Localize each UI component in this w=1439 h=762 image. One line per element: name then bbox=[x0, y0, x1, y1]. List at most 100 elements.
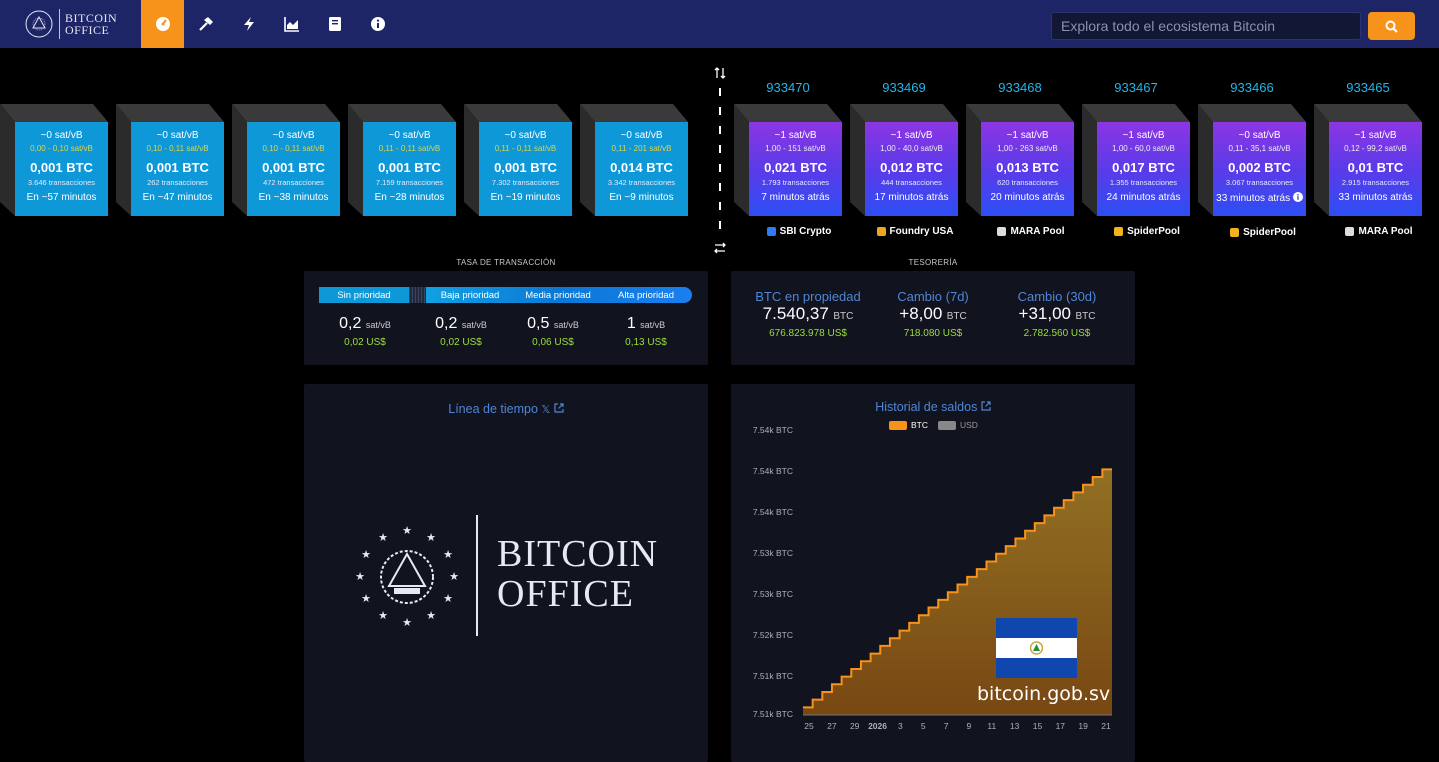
chart-icon bbox=[283, 17, 299, 32]
treasury-section-title: TESORERÍA bbox=[908, 258, 958, 267]
treasury-unit: BTC bbox=[833, 311, 854, 322]
x-tick-label: 15 bbox=[1032, 721, 1043, 731]
pool-name: SpiderPool bbox=[1243, 227, 1296, 238]
mining-pool-link[interactable]: Foundry USA bbox=[861, 226, 969, 237]
timeline-logo-line2: OFFICE bbox=[497, 573, 634, 615]
timeline-title-link[interactable]: Línea de tiempo 𝕏 bbox=[304, 402, 708, 416]
block-height-link[interactable]: 933468 bbox=[966, 80, 1074, 95]
fee-usd: 0,13 US$ bbox=[625, 337, 667, 348]
fee-value: 0,5 bbox=[527, 315, 550, 332]
block-fee-range: 1,00 - 151 sat/vB bbox=[765, 144, 826, 153]
x-tick-label: 19 bbox=[1078, 721, 1088, 731]
block-height-link[interactable]: 933469 bbox=[850, 80, 958, 95]
x-tick-label: 11 bbox=[987, 721, 997, 731]
treasury-usd: 2.782.560 US$ bbox=[1023, 328, 1091, 339]
block-total: 0,001 BTC bbox=[262, 160, 325, 175]
treasury-value: 7.540,37 bbox=[762, 304, 829, 323]
block-height-link[interactable]: 933465 bbox=[1314, 80, 1422, 95]
block-total: 0,002 BTC bbox=[1228, 160, 1291, 175]
block-fee-range: 0,11 - 0,11 sat/vB bbox=[494, 144, 557, 153]
block-tx-count: 1.355 transacciones bbox=[1109, 178, 1178, 187]
fee-low: 0,2 sat/vB 0,02 US$ bbox=[416, 315, 506, 348]
block-age: 33 minutos atrás bbox=[1329, 192, 1422, 203]
block-fee: ~1 sat/vB bbox=[1354, 130, 1397, 141]
x-tick-label: 9 bbox=[966, 721, 972, 731]
nav-lightning-button[interactable] bbox=[227, 0, 270, 48]
swap-horizontal-icon[interactable] bbox=[714, 241, 726, 255]
fee-tab-medium: Media prioridad bbox=[525, 289, 591, 301]
block-tx-count: 7.159 transacciones bbox=[375, 178, 444, 187]
block-fee: ~0 sat/vB bbox=[156, 130, 199, 141]
nav-graphs-button[interactable] bbox=[270, 0, 313, 48]
block-fee-range: 0,11 - 201 sat/vB bbox=[611, 144, 672, 153]
block-face: ~0 sat/vB 0,11 - 0,11 sat/vB 0,001 BTC 7.30… bbox=[479, 122, 572, 216]
fee-tab-gap bbox=[409, 287, 426, 303]
search-input[interactable]: Explora todo el ecosistema Bitcoin bbox=[1051, 12, 1361, 40]
block-height-link[interactable]: 933466 bbox=[1198, 80, 1306, 95]
mempool-block[interactable]: ~0 sat/vB 0,00 - 0,10 sat/vB 0,001 BTC 3.64… bbox=[0, 104, 108, 216]
mined-block[interactable]: ~1 sat/vB 1,00 - 40,0 sat/vB 0,012 BTC 444 … bbox=[850, 104, 958, 216]
block-age-text: 33 minutos atrás bbox=[1216, 193, 1291, 204]
mining-pool-link[interactable]: SpiderPool bbox=[1209, 227, 1317, 238]
pool-name: Foundry USA bbox=[889, 226, 954, 237]
treasury-value: +8,00 bbox=[899, 304, 943, 323]
book-icon bbox=[328, 17, 341, 31]
block-height-link[interactable]: 933467 bbox=[1082, 80, 1190, 95]
block-fee: ~0 sat/vB bbox=[620, 130, 663, 141]
nav-about-button[interactable] bbox=[356, 0, 399, 48]
block-face: ~0 sat/vB 0,10 - 0,11 sat/vB 0,001 BTC 472 … bbox=[247, 122, 340, 216]
search-button[interactable] bbox=[1368, 12, 1415, 40]
block-tx-count: 444 transacciones bbox=[881, 178, 942, 187]
x-tick-label: 3 bbox=[898, 721, 903, 731]
info-icon bbox=[370, 17, 385, 31]
info-icon[interactable] bbox=[1292, 192, 1303, 202]
block-fee-range: 0,12 - 99,2 sat/vB bbox=[1344, 144, 1407, 153]
block-height-link[interactable]: 933470 bbox=[734, 80, 842, 95]
block-face: ~1 sat/vB 1,00 - 263 sat/vB 0,013 BTC 620 t… bbox=[981, 122, 1074, 216]
mempool-block[interactable]: ~0 sat/vB 0,10 - 0,11 sat/vB 0,001 BTC 262 … bbox=[116, 104, 224, 216]
x-tick-label: 2026 bbox=[868, 721, 887, 731]
pool-name: MARA Pool bbox=[1358, 226, 1413, 237]
mempool-block[interactable]: ~0 sat/vB 0,11 - 201 sat/vB 0,014 BTC 3.342… bbox=[580, 104, 688, 216]
block-face: ~0 sat/vB 0,11 - 35,1 sat/vB 0,002 BTC 3.06… bbox=[1213, 122, 1306, 216]
nav-docs-button[interactable] bbox=[313, 0, 356, 48]
mined-block[interactable]: ~1 sat/vB 1,00 - 60,0 sat/vB 0,017 BTC 1.35… bbox=[1082, 104, 1190, 216]
pool-name: MARA Pool bbox=[1010, 226, 1065, 237]
mined-block[interactable]: ~1 sat/vB 1,00 - 151 sat/vB 0,021 BTC 1.793… bbox=[734, 104, 842, 216]
x-icon: 𝕏 bbox=[541, 404, 551, 416]
block-face: ~1 sat/vB 1,00 - 151 sat/vB 0,021 BTC 1.793… bbox=[749, 122, 842, 216]
pool-logo-icon bbox=[1114, 227, 1124, 236]
mining-pool-link[interactable]: SBI Crypto bbox=[745, 226, 853, 237]
mined-block[interactable]: ~0 sat/vB 0,11 - 35,1 sat/vB 0,002 BTC 3.06… bbox=[1198, 104, 1306, 216]
nav-dashboard-button[interactable] bbox=[141, 0, 184, 48]
mining-pool-link[interactable]: MARA Pool bbox=[1325, 226, 1433, 237]
block-fee: ~0 sat/vB bbox=[504, 130, 547, 141]
nav-mining-button[interactable] bbox=[184, 0, 227, 48]
block-fee: ~1 sat/vB bbox=[890, 130, 933, 141]
mining-pool-link[interactable]: SpiderPool bbox=[1093, 226, 1201, 237]
mined-block[interactable]: ~1 sat/vB 0,12 - 99,2 sat/vB 0,01 BTC 2.915… bbox=[1314, 104, 1422, 216]
mempool-block[interactable]: ~0 sat/vB 0,11 - 0,11 sat/vB 0,001 BTC 7.30… bbox=[464, 104, 572, 216]
fees-section-title: TASA DE TRANSACCIÓN bbox=[456, 258, 556, 267]
block-face: ~0 sat/vB 0,00 - 0,10 sat/vB 0,001 BTC 3.64… bbox=[15, 122, 108, 216]
bitcoin-office-logo[interactable]: BITCOIN OFFICE bbox=[24, 8, 117, 40]
block-tx-count: 620 transacciones bbox=[997, 178, 1058, 187]
fees-card: Sin prioridad Baja prioridad Media prior… bbox=[304, 271, 708, 365]
mined-block[interactable]: ~1 sat/vB 1,00 - 263 sat/vB 0,013 BTC 620 t… bbox=[966, 104, 1074, 216]
treasury-card: BTC en propiedad 7.540,37 BTC 676.823.97… bbox=[731, 271, 1135, 365]
swap-vertical-icon[interactable] bbox=[714, 66, 726, 80]
balance-chart[interactable] bbox=[731, 384, 1135, 762]
mining-pool-link[interactable]: MARA Pool bbox=[977, 226, 1085, 237]
top-nav: BITCOIN OFFICE Explora todo el ecosistem… bbox=[0, 0, 1439, 48]
treasury-change-7d: Cambio (7d) +8,00 BTC 718.080 US$ bbox=[868, 289, 998, 339]
svg-text:★: ★ bbox=[378, 532, 388, 544]
x-tick-label: 29 bbox=[849, 721, 860, 731]
fee-none: 0,2 sat/vB 0,02 US$ bbox=[320, 315, 410, 348]
block-age: 7 minutos atrás bbox=[749, 192, 842, 203]
block-tx-count: 262 transacciones bbox=[147, 178, 208, 187]
treasury-unit: BTC bbox=[946, 311, 967, 322]
mempool-block[interactable]: ~0 sat/vB 0,10 - 0,11 sat/vB 0,001 BTC 472 … bbox=[232, 104, 340, 216]
block-eta: En ~57 minutos bbox=[26, 192, 97, 203]
mempool-block[interactable]: ~0 sat/vB 0,11 - 0,11 sat/vB 0,001 BTC 7.15… bbox=[348, 104, 456, 216]
block-total: 0,017 BTC bbox=[1112, 160, 1175, 175]
